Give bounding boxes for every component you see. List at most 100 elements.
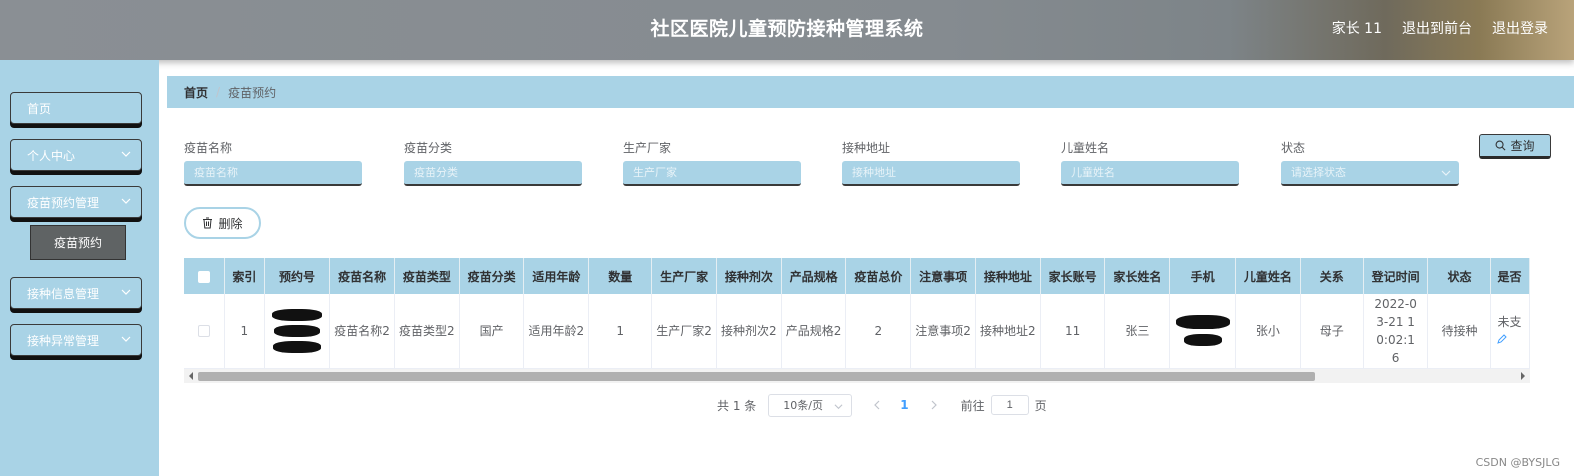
prev-page-icon[interactable] — [872, 400, 882, 410]
sidebar-subitem-vaccine-booking[interactable]: 疫苗预约 — [30, 225, 126, 260]
sidebar-item-label: 首页 — [27, 101, 52, 116]
column-header: 数量 — [588, 258, 653, 294]
goto-page-input[interactable] — [990, 395, 1029, 415]
vaccination-address-label: 接种地址 — [842, 141, 891, 155]
logout-link[interactable]: 退出登录 — [1492, 18, 1548, 38]
query-button-label: 查询 — [1510, 139, 1535, 153]
row-select-cell[interactable] — [184, 294, 225, 369]
sidebar-item-vaccination-abnormal-mgmt[interactable]: 接种异常管理 — [10, 324, 142, 356]
column-header: 生产厂家 — [651, 258, 717, 294]
select-all-cell[interactable] — [184, 258, 225, 294]
cell-status: 待接种 — [1427, 294, 1492, 369]
manufacturer-input[interactable] — [623, 161, 801, 186]
current-user-label: 家长 11 — [1331, 21, 1382, 37]
chevron-down-icon — [121, 289, 131, 295]
column-header: 注意事项 — [910, 258, 976, 294]
column-header: 状态 — [1427, 258, 1492, 294]
scrollbar-thumb[interactable] — [198, 372, 1315, 381]
sidebar-item-vaccine-booking-mgmt[interactable]: 疫苗预约管理 — [10, 186, 142, 218]
chevron-down-icon — [121, 336, 131, 342]
cell-phone-redacted — [1169, 294, 1236, 369]
column-header: 疫苗总价 — [845, 258, 912, 294]
column-header: 接种剂次 — [716, 258, 782, 294]
sidebar-item-home[interactable]: 首页 — [10, 92, 142, 124]
cell-total-price: 2 — [845, 294, 912, 369]
trash-icon — [203, 217, 213, 229]
vaccination-address-input[interactable] — [842, 161, 1020, 186]
cell-vaccine-category: 国产 — [459, 294, 525, 369]
back-to-front-link[interactable]: 退出到前台 — [1402, 18, 1472, 38]
cell-relation: 母子 — [1300, 294, 1364, 369]
column-header: 疫苗分类 — [459, 258, 525, 294]
chevron-down-icon — [834, 403, 843, 409]
watermark: CSDN @BYSJLG — [1475, 456, 1560, 469]
column-header: 接种地址 — [975, 258, 1041, 294]
manufacturer-label: 生产厂家 — [623, 141, 672, 155]
column-header: 索引 — [224, 258, 265, 294]
cell-reg-time: 2022-03-21 10:02:16 — [1363, 294, 1429, 369]
column-header: 家长姓名 — [1104, 258, 1171, 294]
page-size-select[interactable]: 10条/页 — [768, 393, 853, 417]
next-page-icon[interactable] — [929, 400, 939, 410]
column-header: 疫苗类型 — [394, 258, 460, 294]
breadcrumb-home[interactable]: 首页 — [184, 84, 208, 101]
child-name-input[interactable] — [1061, 161, 1239, 186]
cell-manufacturer: 生产厂家2 — [651, 294, 717, 369]
vaccine-category-label: 疫苗分类 — [404, 141, 453, 155]
goto-label: 前往 — [960, 398, 985, 413]
sidebar-item-vaccination-info-mgmt[interactable]: 接种信息管理 — [10, 277, 142, 309]
column-header: 家长账号 — [1040, 258, 1106, 294]
query-button[interactable]: 查询 — [1479, 134, 1551, 159]
cell-address: 接种地址2 — [975, 294, 1041, 369]
search-icon — [1496, 140, 1506, 151]
sidebar-item-personal-center[interactable]: 个人中心 — [10, 139, 142, 171]
chevron-down-icon — [1441, 170, 1451, 176]
data-table: 索引 预约号 疫苗名称 疫苗类型 疫苗分类 适用年龄 数量 生产厂家 接种剂次 … — [184, 258, 1530, 384]
cell-parent-name: 张三 — [1104, 294, 1171, 369]
current-page[interactable]: 1 — [900, 398, 908, 412]
delete-button[interactable]: 删除 — [184, 207, 261, 239]
sidebar-item-label: 疫苗预约管理 — [27, 195, 100, 210]
table-header-row: 索引 预约号 疫苗名称 疫苗类型 疫苗分类 适用年龄 数量 生产厂家 接种剂次 … — [184, 258, 1530, 294]
page-unit-label: 页 — [1034, 398, 1047, 413]
column-header: 儿童姓名 — [1235, 258, 1301, 294]
edit-icon[interactable] — [1497, 334, 1508, 344]
header-links: 家长 11 退出到前台 退出登录 — [1332, 18, 1548, 38]
cell-age: 适用年龄2 — [523, 294, 590, 369]
cell-parent-account: 11 — [1040, 294, 1106, 369]
row-checkbox[interactable] — [197, 325, 210, 338]
vaccine-name-label: 疫苗名称 — [184, 141, 233, 155]
column-header: 疫苗名称 — [329, 258, 395, 294]
column-header: 手机 — [1169, 258, 1236, 294]
table-row: 1 疫苗名称2 疫苗类型2 国产 适用年龄2 1 生产厂家2 接种剂次2 产品规… — [184, 294, 1530, 369]
cell-quantity: 1 — [588, 294, 653, 369]
scroll-left-icon[interactable] — [187, 372, 195, 380]
redaction-mark — [271, 308, 322, 321]
cell-paid: 未支 — [1490, 294, 1530, 369]
status-label: 状态 — [1281, 141, 1306, 155]
cell-index: 1 — [224, 294, 265, 369]
delete-button-label: 删除 — [218, 216, 243, 231]
chevron-down-icon — [121, 151, 131, 157]
horizontal-scrollbar[interactable] — [184, 369, 1530, 383]
pagination: 共 1 条 10条/页 1 前往 页 — [717, 393, 1047, 417]
cell-notes: 注意事项2 — [910, 294, 976, 369]
column-header: 预约号 — [264, 258, 331, 294]
column-header: 适用年龄 — [523, 258, 590, 294]
scroll-right-icon[interactable] — [1519, 372, 1527, 380]
breadcrumb: 首页 / 疫苗预约 — [167, 76, 1574, 108]
column-header: 是否 — [1490, 258, 1530, 294]
page-size-value: 10条/页 — [783, 399, 823, 412]
status-select[interactable] — [1281, 161, 1459, 186]
select-all-checkbox[interactable] — [197, 270, 210, 283]
redaction-mark — [1183, 334, 1222, 347]
cell-dose: 接种剂次2 — [716, 294, 782, 369]
vaccine-name-input[interactable] — [184, 161, 362, 186]
cell-vaccine-type: 疫苗类型2 — [394, 294, 460, 369]
child-name-label: 儿童姓名 — [1061, 141, 1110, 155]
vaccine-category-input[interactable] — [404, 161, 582, 186]
cell-booking-number-redacted — [264, 294, 331, 369]
column-header: 登记时间 — [1363, 258, 1429, 294]
top-header: 社区医院儿童预防接种管理系统 家长 11 退出到前台 退出登录 — [0, 0, 1574, 60]
column-header: 关系 — [1300, 258, 1364, 294]
